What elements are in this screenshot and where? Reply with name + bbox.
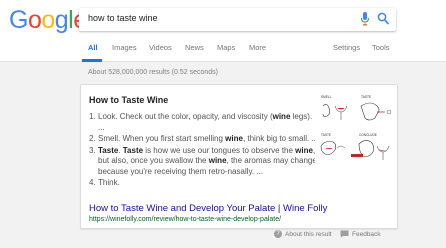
microphone-icon[interactable] bbox=[360, 12, 370, 26]
header: Google how to taste wine All Images Vide… bbox=[0, 0, 446, 62]
wine-tasting-thumbnail[interactable]: SMELL TASTE TASTE CONCLUDE bbox=[315, 92, 395, 168]
about-this-result-link[interactable]: About this result bbox=[285, 231, 332, 238]
snippet-steps-list: 1. Look. Check out the color, opacity, an… bbox=[89, 112, 319, 190]
svg-text:TASTE: TASTE bbox=[361, 95, 371, 99]
logo-letter: o bbox=[27, 6, 42, 34]
search-tabs: All Images Videos News Maps More Setting… bbox=[0, 40, 446, 62]
search-icon[interactable] bbox=[377, 12, 389, 25]
snippet-step: 1. Look. Check out the color, opacity, an… bbox=[89, 112, 319, 133]
step-keyword: Taste bbox=[122, 145, 144, 155]
svg-text:SMELL: SMELL bbox=[321, 95, 332, 99]
tab-tools[interactable]: Tools bbox=[372, 43, 390, 52]
step-keyword: wine bbox=[295, 145, 313, 155]
step-number: 1. bbox=[89, 112, 96, 121]
step-keyword: wine bbox=[272, 112, 291, 121]
question-icon[interactable]: ? bbox=[274, 230, 282, 238]
step-number: 2. bbox=[89, 134, 96, 143]
step-number: 3. bbox=[89, 145, 96, 155]
logo-letter: o bbox=[41, 6, 55, 34]
tab-all[interactable]: All bbox=[88, 43, 98, 52]
google-logo[interactable]: Google bbox=[9, 7, 87, 33]
step-text: Look. Check out the color, opacity, and … bbox=[98, 112, 273, 121]
tab-settings[interactable]: Settings bbox=[333, 43, 360, 52]
feedback-icon[interactable] bbox=[340, 230, 349, 238]
step-keyword: wine bbox=[208, 156, 227, 165]
search-input[interactable]: how to taste wine bbox=[88, 13, 158, 23]
result-url: https://winefolly.com/review/how-to-tast… bbox=[89, 216, 282, 223]
search-results-page: Google how to taste wine All Images Vide… bbox=[0, 0, 446, 248]
tab-images[interactable]: Images bbox=[112, 43, 137, 52]
result-stats: About 528,000,000 results (0.52 seconds) bbox=[88, 69, 218, 76]
result-title-link[interactable]: How to Taste Wine and Develop Your Palat… bbox=[89, 203, 327, 214]
snippet-step: 2. Smell. When you first start smelling w… bbox=[89, 134, 319, 145]
tab-news[interactable]: News bbox=[185, 43, 204, 52]
feedback-link[interactable]: Feedback bbox=[352, 231, 381, 238]
step-keyword: Taste bbox=[98, 145, 119, 155]
featured-snippet-card: How to Taste Wine 1. Look. Check out the … bbox=[80, 84, 398, 229]
tab-maps[interactable]: Maps bbox=[217, 43, 235, 52]
step-keyword: wine bbox=[225, 134, 243, 143]
step-text: , think big to small. ... bbox=[242, 134, 319, 143]
search-box[interactable]: how to taste wine bbox=[79, 8, 396, 31]
logo-letter: g bbox=[54, 6, 69, 34]
snippet-title: How to Taste Wine bbox=[89, 95, 169, 105]
step-number: 4. bbox=[89, 178, 96, 187]
svg-text:CONCLUDE: CONCLUDE bbox=[359, 133, 377, 137]
snippet-step: 3. Taste. Taste is how we use our tongues… bbox=[89, 146, 319, 178]
tab-more[interactable]: More bbox=[249, 43, 266, 52]
tab-videos[interactable]: Videos bbox=[149, 43, 172, 52]
active-tab-indicator bbox=[82, 59, 102, 62]
snippet-step: 4. Think. bbox=[89, 178, 319, 189]
svg-text:TASTE: TASTE bbox=[321, 133, 331, 137]
step-text: Think. bbox=[98, 178, 120, 187]
step-text: Smell. When you first start smelling bbox=[98, 134, 226, 143]
step-text: is how we use our tongues to observe the bbox=[143, 145, 296, 155]
logo-letter: G bbox=[9, 6, 28, 34]
